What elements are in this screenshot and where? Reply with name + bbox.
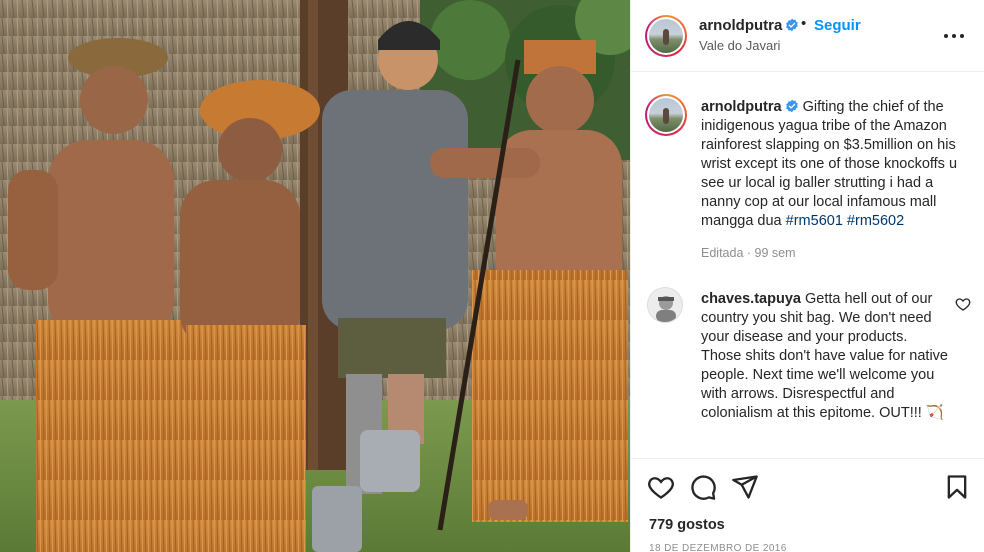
commenter-avatar-image <box>648 288 682 322</box>
comment-icon[interactable] <box>689 473 717 501</box>
caption-meta: Editada · 99 sem <box>701 246 796 260</box>
post-age[interactable]: 99 sem <box>755 246 796 260</box>
verified-badge-icon <box>785 99 798 113</box>
post-photo-image <box>0 0 630 552</box>
post-location[interactable]: Vale do Javari <box>699 38 780 53</box>
edited-label: Editada <box>701 246 744 260</box>
post-actions: 779 gostos 18 de dezembro de 2016 <box>631 458 984 552</box>
caption-text-block: arnoldputra Gifting the chief of the ini… <box>701 98 969 231</box>
hashtag-link[interactable]: #rm5601 <box>786 213 843 229</box>
post-photo[interactable] <box>0 0 630 552</box>
author-username[interactable]: arnoldputra <box>699 17 799 34</box>
caption-author-avatar[interactable] <box>645 94 687 136</box>
heart-icon[interactable] <box>647 473 675 501</box>
heart-small-icon[interactable] <box>955 296 971 312</box>
post-date: 18 de dezembro de 2016 <box>649 543 787 552</box>
caption-body: Gifting the chief of the inidigenous yag… <box>701 99 958 229</box>
commenter-username[interactable]: chaves.tapuya <box>701 291 801 307</box>
caption-username[interactable]: arnoldputra <box>701 99 782 115</box>
meta-separator: · <box>746 246 755 260</box>
verified-badge-icon <box>786 18 799 32</box>
header-separator-dot: • <box>801 15 807 32</box>
post-sidebar: arnoldputra • Seguir Vale do Javari arno… <box>630 0 984 552</box>
more-options-icon[interactable] <box>943 26 965 46</box>
hashtag-link[interactable]: #rm5602 <box>847 213 904 229</box>
comment-text-block: chaves.tapuya Getta hell out of our coun… <box>701 290 951 423</box>
commenter-avatar[interactable] <box>647 287 683 323</box>
likes-count[interactable]: 779 gostos <box>649 517 725 533</box>
comment-body: Getta hell out of our country you shit b… <box>701 291 948 421</box>
share-icon[interactable] <box>731 473 759 501</box>
bookmark-icon[interactable] <box>943 473 971 501</box>
comment-emoji: 🏹 <box>925 405 944 421</box>
post-header: arnoldputra • Seguir Vale do Javari <box>631 0 984 72</box>
author-avatar[interactable] <box>645 15 687 57</box>
follow-button[interactable]: Seguir <box>814 17 861 34</box>
